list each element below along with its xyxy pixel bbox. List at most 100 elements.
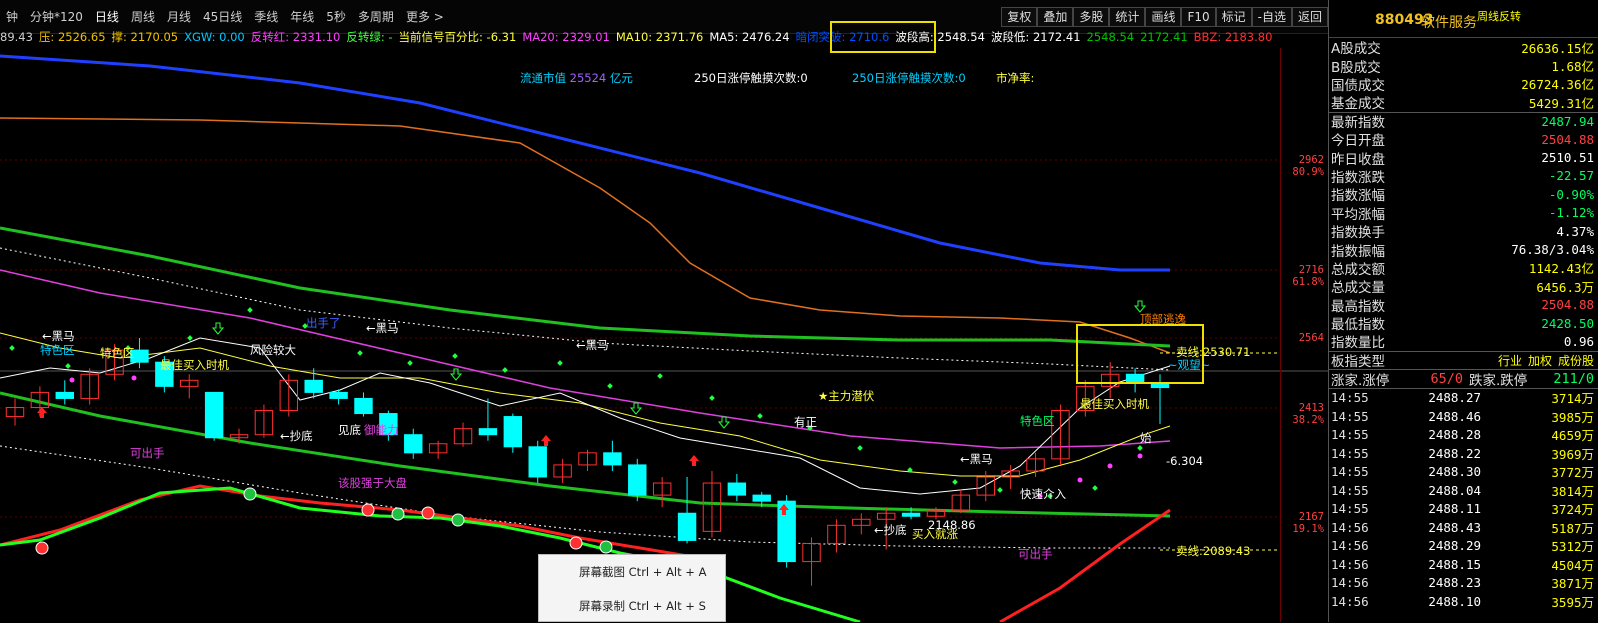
candle-body [354,397,373,415]
candle-body [628,464,647,496]
tick-row: 14:56 2488.15 4504万 [1329,555,1598,574]
period-tab-2[interactable]: 日线 [89,8,125,26]
period-tab-7[interactable]: 年线 [284,8,320,26]
stat-value: 26724.36亿 [1521,77,1594,93]
stat-label: 平均涨幅 [1331,206,1385,223]
annotation-can-sell-1: 可出手 [130,446,165,460]
tick-price: 2488.46 [1428,408,1481,424]
tool-button-2[interactable]: 多股 [1073,7,1110,27]
index-info-panel: 880493 软件服务 周线反转 A股成交 26636.15亿 B股成交 1.68亿国… [1328,0,1598,622]
sell-signal-dot [1137,453,1143,459]
annotation-bottom-fish-2: ←抄底 [874,523,907,537]
annotation-special-zone-3: 特色区 [1020,414,1055,428]
tick-price: 2488.04 [1428,482,1481,498]
annotation-risk-big: 风险较大 [250,343,296,357]
buy-signal-dot [757,413,763,419]
price-tick-1: 2716 [1298,264,1324,276]
tick-row: 14:56 2488.23 3871万 [1329,574,1598,593]
period-tab-0[interactable]: 钟 [0,8,24,26]
indicator-value-4: 反转红: 2331.10 [250,30,341,44]
tool-button-0[interactable]: 复权 [1001,7,1038,27]
tick-time: 14:56 [1331,593,1369,609]
tick-volume: 5312万 [1551,539,1594,555]
annotation-black-horse-4: ←黑马 [960,452,993,466]
signal-coin-icon [391,507,405,521]
stat-row-3: 基金成交 5429.31亿 [1329,93,1598,113]
annotation-can-sell-2: 可出手 [1018,547,1053,561]
buy-signal-dot [709,395,715,401]
stat-value: 26636.15亿 [1521,40,1594,56]
top-escape-highlight-box [1076,324,1204,384]
pb-ratio-label: 市净率: [996,71,1035,85]
period-tab-5[interactable]: 45日线 [197,8,248,26]
period-tab-3[interactable]: 周线 [125,8,161,26]
stat-label: 基金成交 [1331,96,1385,113]
down-count-label: 跌家.跌停 [1469,372,1528,389]
candle-body [503,416,523,448]
tool-button-4[interactable]: 画线 [1145,7,1182,27]
down-arrow-icon [211,322,225,335]
period-tab-9[interactable]: 多周期 [352,8,400,26]
ma-green-top-line [0,226,1171,348]
buy-signal-dot [187,335,193,341]
tick-time: 14:56 [1331,575,1369,591]
stat-row-6: 昨日收盘 2510.51 [1329,148,1598,168]
tick-price: 2488.29 [1428,538,1481,554]
tool-button-6[interactable]: 标记 [1215,7,1252,27]
tick-volume: 3871万 [1551,576,1594,592]
annotation-stronger-than-market: 该股强于大盘 [338,476,407,490]
up-arrow-icon [541,435,551,446]
tick-row: 14:56 2488.29 5312万 [1329,537,1598,556]
candle-body [603,452,622,466]
stat-row-0: A股成交 26636.15亿 [1329,38,1598,58]
limit-up-count-a: 250日涨停触摸次数:0 [694,71,808,85]
menu-item-screenshot[interactable]: 屏幕截图 Ctrl + Alt + A [539,555,725,589]
tick-row: 14:55 2488.28 4659万 [1329,426,1598,445]
candle-body [55,391,74,399]
stat-row-5: 今日开盘 2504.88 [1329,130,1598,150]
market-value-number: 25524 [569,71,607,85]
board-option-0[interactable]: 行业 [1498,354,1522,368]
tool-button-8[interactable]: 返回 [1291,7,1328,27]
buy-signal-dot [407,360,413,366]
up-down-count-row: 涨家.涨停 65/0 跌家.跌停 211/0 [1329,368,1598,389]
index-name: 软件服务 [1421,15,1477,31]
indicator-value-1: 压: 2526.65 [38,30,106,44]
signal-coin-icon [451,513,465,527]
board-option-2[interactable]: 成份股 [1558,354,1594,368]
menu-item-screen-record[interactable]: 屏幕录制 Ctrl + Alt + S [539,589,725,623]
period-tab-1[interactable]: 分钟*120 [24,8,89,26]
stat-value: 6456.3万 [1536,279,1594,295]
indicator-value-6: 当前信号百分比: -6.31 [398,30,517,44]
screenshot-context-menu: 屏幕截图 Ctrl + Alt + A 屏幕录制 Ctrl + Alt + S [538,554,726,622]
tool-button-3[interactable]: 统计 [1109,7,1146,27]
tick-time: 14:55 [1331,445,1369,461]
tick-time: 14:55 [1331,482,1369,498]
stat-label: 指数涨幅 [1331,188,1385,205]
board-type-options: 行业 加权 成份股 [1492,352,1594,369]
buy-signal-dot [1092,485,1098,491]
stat-row-13: 总成交量 6456.3万 [1329,277,1598,297]
tool-button-5[interactable]: F10 [1181,7,1216,27]
buy-signal-dot [857,445,863,451]
board-option-1[interactable]: 加权 [1528,354,1552,368]
tick-volume: 3714万 [1551,391,1594,407]
period-tab-10[interactable]: 更多 > [400,8,450,26]
indicator-value-0: 89.43 [0,30,33,44]
period-tab-6[interactable]: 季线 [248,8,284,26]
period-tab-4[interactable]: 月线 [161,8,197,26]
annotation-signal-value: -6.304 [1166,454,1204,468]
sell-signal-dot [1077,477,1083,483]
stat-label: A股成交 [1331,41,1381,58]
tick-volume: 3772万 [1551,465,1594,481]
ma-green-bottom-line [0,391,1171,518]
annotation-bottom-fish-1: ←抄底 [280,429,313,443]
annotation-sell-line-2: 卖线:2089.43 [1176,544,1251,558]
buy-signal-dot [657,373,663,379]
tool-button-1[interactable]: 叠加 [1037,7,1074,27]
period-tab-8[interactable]: 5秒 [320,8,352,26]
tool-button-7[interactable]: -自选 [1251,7,1292,27]
tick-volume: 3814万 [1551,483,1594,499]
buy-signal-dot [1137,445,1143,451]
stat-row-9: 平均涨幅 -1.12% [1329,204,1598,223]
